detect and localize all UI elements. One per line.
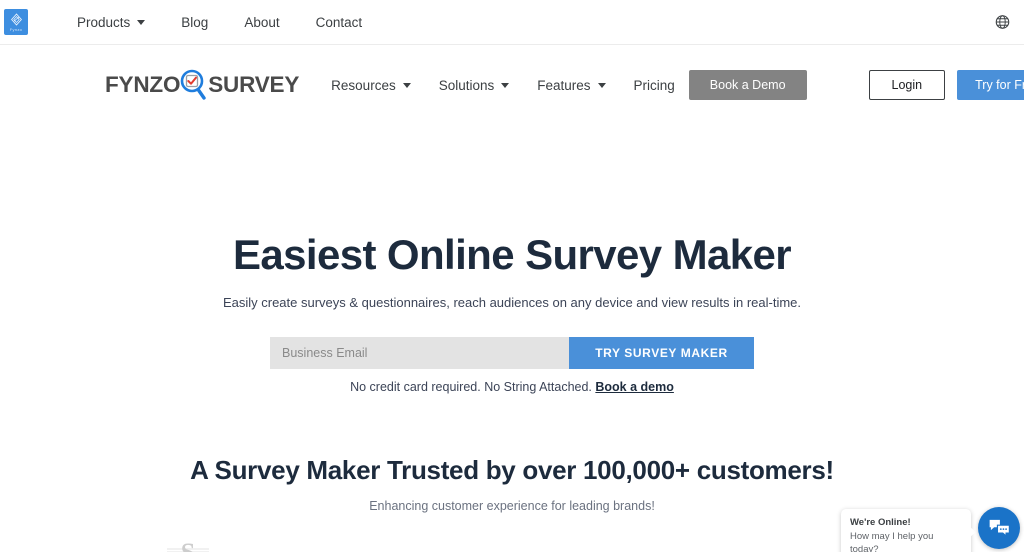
utility-nav-label: Products xyxy=(77,14,131,30)
nav-label: Features xyxy=(537,77,591,93)
magnifier-checkbox-icon xyxy=(179,68,209,102)
nav-label: Pricing xyxy=(633,77,675,93)
chevron-down-icon xyxy=(501,82,510,88)
fynzo-brand-logo[interactable]: Fynzo xyxy=(4,9,28,35)
svg-text:S: S xyxy=(181,538,195,552)
try-for-free-button[interactable]: Try for Free xyxy=(957,69,1024,101)
trust-title: A Survey Maker Trusted by over 100,000+ … xyxy=(190,455,834,486)
globe-icon xyxy=(995,15,1010,29)
utility-nav-item-products[interactable]: Products xyxy=(59,11,163,34)
nav-item-pricing[interactable]: Pricing xyxy=(620,72,689,99)
primary-nav: Resources Solutions Features Pricing xyxy=(317,72,689,99)
fynzo-brand-word: Fynzo xyxy=(9,26,23,32)
utility-nav-label: Contact xyxy=(315,14,363,30)
chevron-down-icon xyxy=(597,82,606,88)
nav-label: Solutions xyxy=(438,77,495,93)
brand-logo-serenity: S SERENITY xyxy=(130,537,246,552)
hero-section: Easiest Online Survey Maker Easily creat… xyxy=(0,125,1024,394)
utility-nav-item-about[interactable]: About xyxy=(226,11,297,34)
utility-nav: Products Blog About Contact xyxy=(59,11,380,34)
chat-status-text: We're Online! xyxy=(850,517,911,528)
book-a-demo-button[interactable]: Book a Demo xyxy=(688,69,807,101)
chat-launcher-button[interactable] xyxy=(978,507,1020,549)
try-survey-maker-button[interactable]: TRY SURVEY MAKER xyxy=(569,337,754,370)
hero-note-text: No credit card required. No String Attac… xyxy=(350,380,596,395)
utility-nav-label: About xyxy=(244,14,280,30)
hero-subtitle: Easily create surveys & questionnaires, … xyxy=(222,295,802,311)
utility-nav-label: Blog xyxy=(181,14,209,30)
logo-word-survey: SURVEY xyxy=(208,71,300,97)
nav-item-solutions[interactable]: Solutions xyxy=(425,72,524,99)
nav-item-features[interactable]: Features xyxy=(523,72,619,99)
utility-bar: Fynzo Products Blog About Contact xyxy=(0,0,1024,45)
chat-prompt-text: How may I help you today? xyxy=(850,531,934,552)
login-button[interactable]: Login xyxy=(868,69,946,101)
hero-title: Easiest Online Survey Maker xyxy=(232,231,792,278)
nav-item-resources[interactable]: Resources xyxy=(317,72,425,99)
book-a-demo-link[interactable]: Book a demo xyxy=(595,380,674,394)
chevron-down-icon xyxy=(137,19,146,25)
language-selector[interactable] xyxy=(995,15,1010,30)
signup-form: TRY SURVEY MAKER xyxy=(270,337,754,370)
utility-nav-item-blog[interactable]: Blog xyxy=(163,11,226,34)
serenity-s-monogram-icon: S xyxy=(166,538,209,552)
main-header: FYNZO SURVEY Resources Solutions Feature… xyxy=(0,45,1024,125)
header-actions: Book a Demo Login Try for Free xyxy=(688,69,1024,101)
fynzo-diamond-icon xyxy=(10,12,22,26)
chat-greeting-bubble[interactable]: We're Online! How may I help you today? xyxy=(841,509,976,552)
logo-word-fynzo: FYNZO xyxy=(105,71,181,97)
chat-bubbles-icon xyxy=(989,519,1010,537)
nav-label: Resources xyxy=(331,77,396,93)
page-root: Fynzo Products Blog About Contact FYNZO … xyxy=(0,0,1024,552)
chevron-down-icon xyxy=(402,82,411,88)
business-email-input[interactable] xyxy=(270,337,569,370)
site-logo[interactable]: FYNZO SURVEY xyxy=(105,68,299,102)
hero-note: No credit card required. No String Attac… xyxy=(0,380,1024,394)
utility-nav-item-contact[interactable]: Contact xyxy=(298,11,381,34)
